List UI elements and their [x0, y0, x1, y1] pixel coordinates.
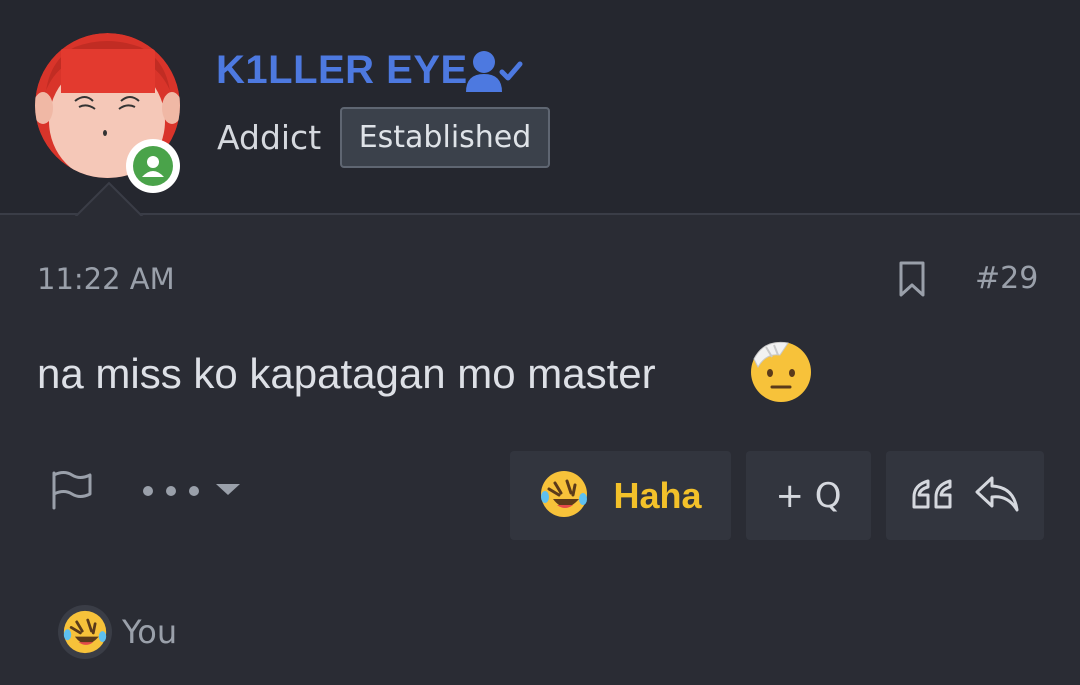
multiquote-label: + Q — [775, 475, 842, 516]
post-timestamp[interactable]: 11:22 AM — [37, 262, 175, 296]
reply-icon[interactable] — [974, 475, 1020, 517]
reactions-summary[interactable]: You — [58, 605, 177, 659]
face-with-head-bandage-emoji — [748, 337, 814, 407]
header-pointer — [72, 180, 144, 216]
reacted-by-label[interactable]: You — [122, 613, 177, 651]
user-online-icon — [142, 156, 164, 177]
user-title: Addict — [217, 118, 322, 157]
post-message: na miss ko kapatagan mo master — [37, 350, 656, 397]
rolling-laughing-emoji — [539, 469, 589, 523]
more-options-menu[interactable] — [140, 474, 244, 510]
rolling-laughing-emoji — [58, 605, 112, 659]
username-link[interactable]: K1LLER EYE — [216, 48, 468, 93]
post-number-link[interactable]: #29 — [975, 261, 1038, 296]
reaction-button[interactable]: Haha — [510, 451, 731, 540]
verified-user-icon — [466, 50, 524, 98]
quote-reply-button[interactable] — [886, 451, 1044, 540]
quote-icon[interactable] — [910, 477, 954, 515]
multiquote-button[interactable]: + Q — [746, 451, 871, 540]
flag-icon[interactable] — [50, 470, 94, 514]
online-status-indicator — [126, 139, 180, 193]
bookmark-icon[interactable] — [898, 260, 926, 302]
user-rank-badge: Established — [340, 107, 550, 168]
reaction-label: Haha — [613, 474, 702, 516]
